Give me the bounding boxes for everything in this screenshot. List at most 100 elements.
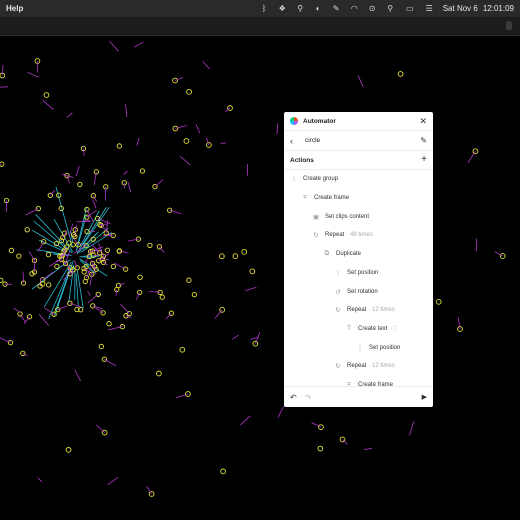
play-icon[interactable]: ▶ [422,393,427,401]
action-label: Create group [303,176,339,183]
add-action-icon[interactable]: + [421,155,427,165]
generated-line [154,179,164,187]
generated-circle [186,88,192,95]
position-icon: ⋮ [334,269,342,277]
control-center-icon[interactable]: ☰ [425,4,434,14]
generated-circle [232,253,239,259]
generated-line [1,64,4,76]
vpn-icon[interactable]: ◐ [314,4,323,14]
generated-line [125,104,128,118]
generated-line [104,358,117,367]
action-label: Repeat [325,232,345,239]
action-meta: · 48 times [346,232,373,239]
generated-line [83,148,85,157]
generated-circle [249,268,256,275]
repeat-icon: ↻ [335,307,341,315]
frame-icon: ⌗ [303,194,307,202]
pen-icon[interactable]: ✎ [332,4,341,14]
generated-circle [110,263,117,270]
panel-title: Automator [303,117,336,125]
action-row[interactable]: ⁞ Create group [284,170,433,189]
action-row[interactable]: ▣ Set clips content [284,207,433,226]
action-row[interactable]: ↺ Set rotation [284,282,433,301]
action-row[interactable]: ⌗ Create frame [284,189,433,208]
wifi-icon[interactable]: ◠ [350,4,359,14]
generated-circle [185,391,191,397]
action-row[interactable]: ↻ Repeat · 48 times [284,226,433,245]
generated-line [409,421,415,436]
generated-circle [98,343,104,350]
search-icon[interactable]: ⚲ [296,4,305,14]
generated-circle [159,294,165,300]
generated-line [240,415,251,426]
action-row[interactable]: ⋮ Set position [284,338,433,357]
generated-line [69,302,83,308]
generated-line [62,174,74,178]
redo-icon[interactable]: ↷ [305,393,312,402]
action-meta: · 12 times [368,363,395,370]
design-canvas[interactable] [0,36,520,520]
action-row[interactable]: ↻ Repeat · 12 times [284,301,433,320]
generated-circle [54,263,60,270]
panel-header: Automator ✕ [284,112,433,131]
action-row[interactable]: ⧉ Duplicate [284,245,433,264]
figma-logo-icon [290,117,298,125]
generated-circle [100,310,106,316]
action-label: Set clips content [325,213,370,220]
menubar-clock[interactable]: Sat Nov 6 12:01:09 [443,4,514,13]
generated-circle [220,468,226,475]
undo-icon[interactable]: ↶ [290,393,297,402]
automator-panel: Automator ✕ ‹ circle ✎ Actions + ⁞ Create… [284,112,433,407]
menubar: Help ᛒ ❖ ⚲ ◐ ✎ ◠ ⊙ ⚲ ▭ ☰ Sat Nov 6 12:01… [0,0,520,17]
generated-circle [67,300,73,306]
duplicate-icon: ⧉ [324,250,330,258]
generated-circle [65,447,72,453]
generated-line [87,294,99,304]
generated-circle [148,491,155,497]
bluetooth-icon[interactable]: ᛒ [260,4,269,14]
spotlight-icon[interactable]: ⚲ [386,4,395,14]
generated-line [127,182,132,193]
info-icon[interactable]: ⓘ [391,324,397,333]
generated-circle [24,227,30,233]
status-area: ᛒ ❖ ⚲ ◐ ✎ ◠ ⊙ ⚲ ▭ ☰ Sat Nov 6 12:01:09 [260,4,514,14]
generated-line [0,337,11,343]
generated-line [364,447,373,450]
generated-circle [183,138,190,144]
generated-circle [106,321,112,327]
generated-line [357,75,364,88]
generated-line [92,199,97,209]
toolbar-handle[interactable] [506,21,512,30]
menubar-time: 12:01:09 [482,4,514,13]
generated-line [276,123,279,135]
back-icon[interactable]: ‹ [290,136,300,146]
automation-name[interactable]: circle [305,137,320,144]
action-row[interactable]: ⋮ Set position [284,264,433,283]
repeat-icon: ↻ [313,232,319,240]
generated-line [28,251,35,261]
generated-line [23,316,30,324]
generated-circle [179,346,186,353]
actions-label: Actions [290,156,314,164]
generated-line [42,271,54,281]
action-row[interactable]: ↻ Repeat · 12 times [284,357,433,376]
help-menu[interactable]: Help [6,4,23,13]
generated-line [174,77,184,81]
generated-circle [0,277,4,283]
generated-line [109,40,119,52]
generated-circle [101,356,107,362]
generated-line [74,369,81,382]
vpn-lock-icon[interactable]: ⊙ [368,4,377,14]
action-row[interactable]: T Create text ⓘ [284,320,433,339]
generated-line [245,286,257,292]
close-icon[interactable]: ✕ [419,116,427,126]
edit-icon[interactable]: ✎ [420,136,427,145]
action-label: Set rotation [347,288,378,295]
generated-line [277,405,285,418]
dropbox-icon[interactable]: ❖ [278,4,287,14]
generated-line [68,223,74,237]
generated-circle [317,445,324,452]
generated-circle [435,298,442,305]
generated-line [214,309,223,319]
battery-icon[interactable]: ▭ [404,4,416,14]
